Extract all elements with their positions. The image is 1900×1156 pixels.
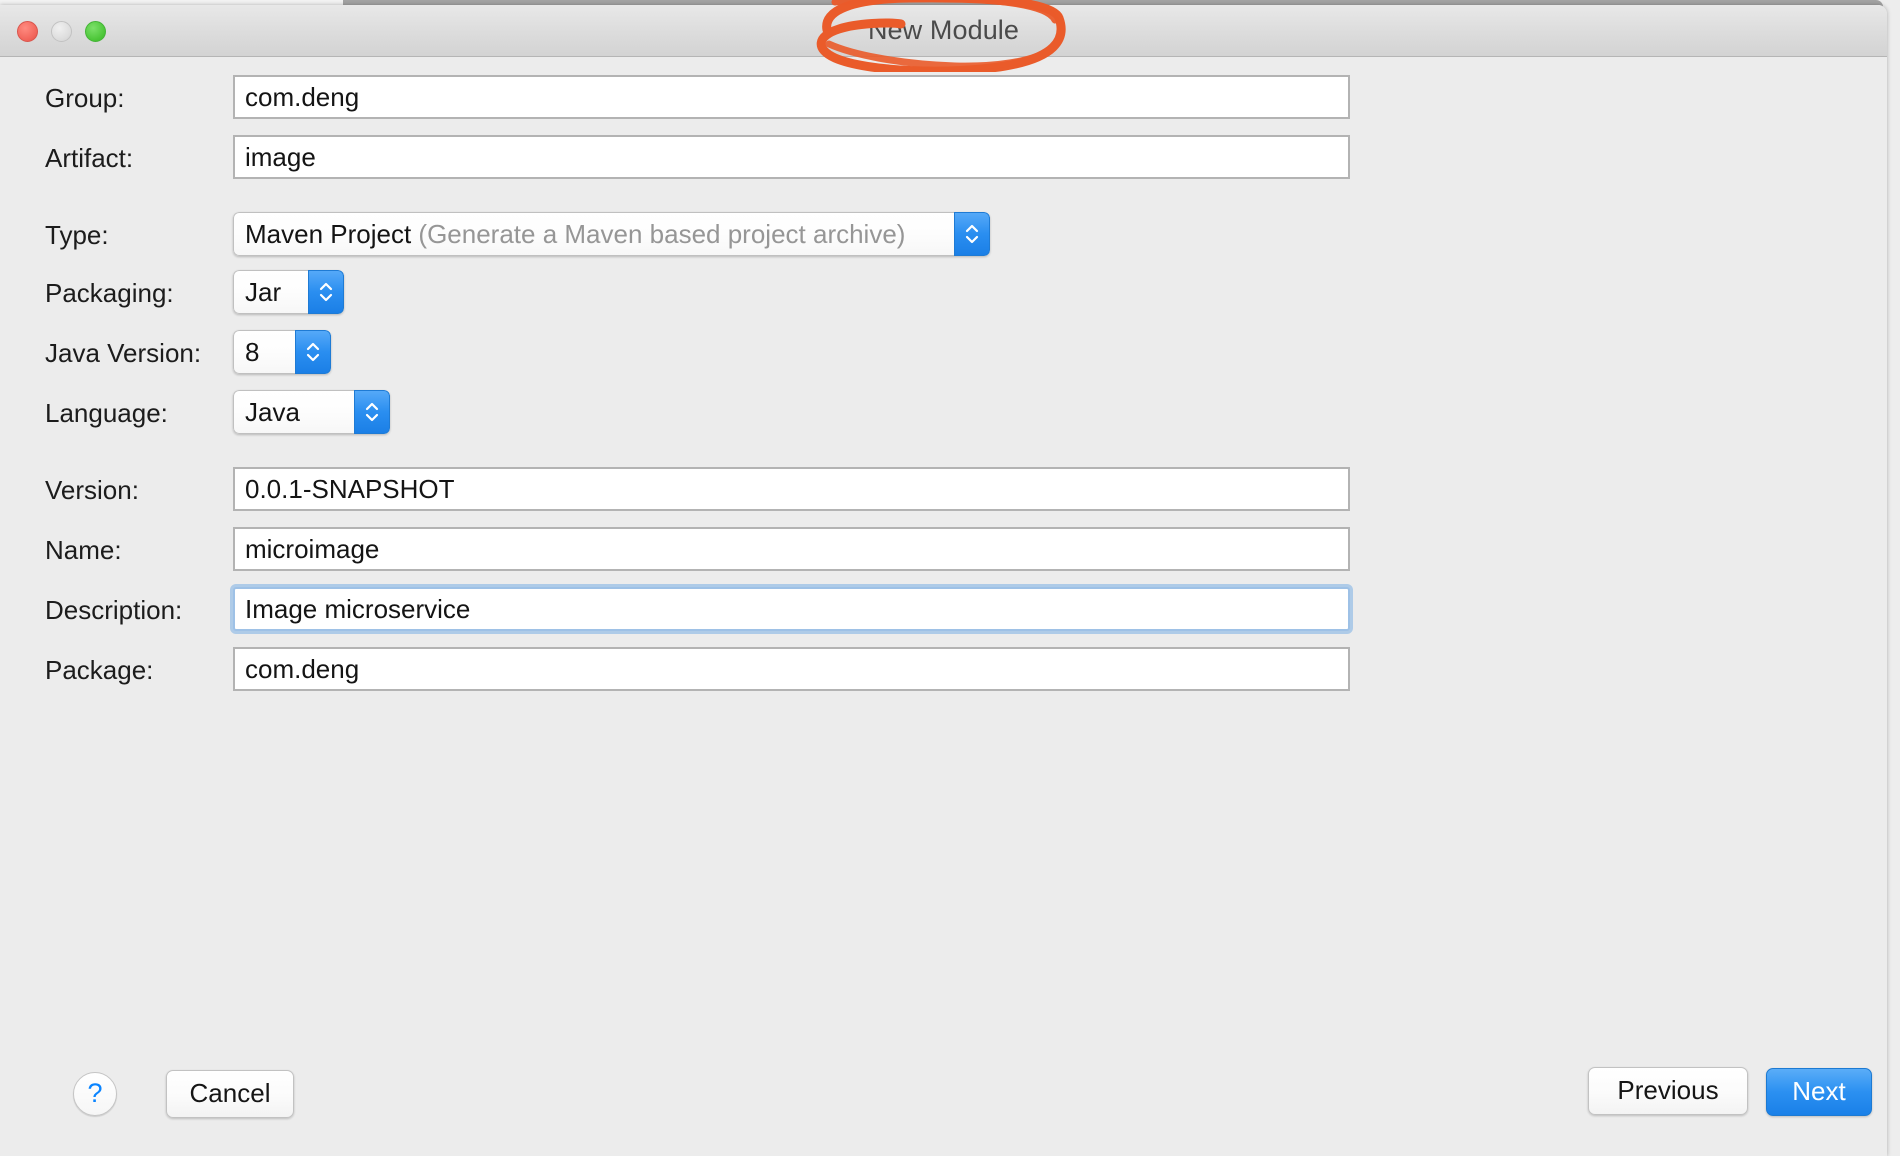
field-row-version: Version: 0.0.1-SNAPSHOT [0, 467, 1887, 513]
package-input[interactable]: com.deng [233, 647, 1350, 691]
type-dropdown[interactable]: Maven Project (Generate a Maven based pr… [233, 212, 990, 256]
language-label: Language: [45, 398, 168, 428]
field-row-package: Package: com.deng [0, 647, 1887, 693]
name-input[interactable]: microimage [233, 527, 1350, 571]
java-version-label: Java Version: [45, 338, 202, 368]
cancel-button[interactable]: Cancel [166, 1070, 294, 1118]
dialog-footer: ? Cancel Previous Next [0, 1052, 1887, 1156]
version-label: Version: [45, 475, 139, 505]
previous-button[interactable]: Previous [1588, 1067, 1748, 1115]
language-stepper-icon[interactable] [354, 390, 390, 434]
type-dropdown-value: Maven Project (Generate a Maven based pr… [233, 212, 954, 256]
group-input[interactable]: com.deng [233, 75, 1350, 119]
artifact-label: Artifact: [45, 143, 134, 173]
new-module-dialog: New Module Group: com.deng Artifact: ima… [0, 5, 1887, 1156]
module-form: Group: com.deng Artifact: image Type: Ma… [0, 57, 1887, 1057]
version-input[interactable]: 0.0.1-SNAPSHOT [233, 467, 1350, 511]
description-input[interactable]: Image microservice [233, 587, 1350, 631]
type-value-text: Maven Project [245, 219, 412, 249]
page-title: New Module [867, 15, 1020, 45]
package-label: Package: [45, 655, 154, 685]
packaging-dropdown-value: Jar [233, 270, 308, 314]
type-label: Type: [45, 220, 109, 250]
dialog-titlebar[interactable]: New Module [0, 5, 1887, 57]
artifact-input[interactable]: image [233, 135, 1350, 179]
packaging-dropdown[interactable]: Jar [233, 270, 344, 314]
help-button[interactable]: ? [73, 1072, 117, 1116]
field-row-type: Type: Maven Project (Generate a Maven ba… [0, 212, 1887, 258]
language-dropdown-value: Java [233, 390, 354, 434]
java-version-stepper-icon[interactable] [295, 330, 331, 374]
type-stepper-icon[interactable] [954, 212, 990, 256]
packaging-label: Packaging: [45, 278, 174, 308]
field-row-name: Name: microimage [0, 527, 1887, 573]
screenshot-root: New Module Group: com.deng Artifact: ima… [0, 0, 1900, 1156]
field-row-packaging: Packaging: Jar [0, 270, 1887, 316]
next-button[interactable]: Next [1766, 1068, 1872, 1116]
java-version-dropdown[interactable]: 8 [233, 330, 331, 374]
type-value-hint: (Generate a Maven based project archive) [418, 219, 906, 249]
packaging-stepper-icon[interactable] [308, 270, 344, 314]
description-label: Description: [45, 595, 183, 625]
field-row-description: Description: Image microservice [0, 587, 1887, 633]
group-label: Group: [45, 83, 125, 113]
name-label: Name: [45, 535, 122, 565]
field-row-language: Language: Java [0, 390, 1887, 436]
field-row-artifact: Artifact: image [0, 135, 1887, 181]
java-version-dropdown-value: 8 [233, 330, 295, 374]
language-dropdown[interactable]: Java [233, 390, 390, 434]
field-row-java-version: Java Version: 8 [0, 330, 1887, 376]
field-row-group: Group: com.deng [0, 75, 1887, 121]
